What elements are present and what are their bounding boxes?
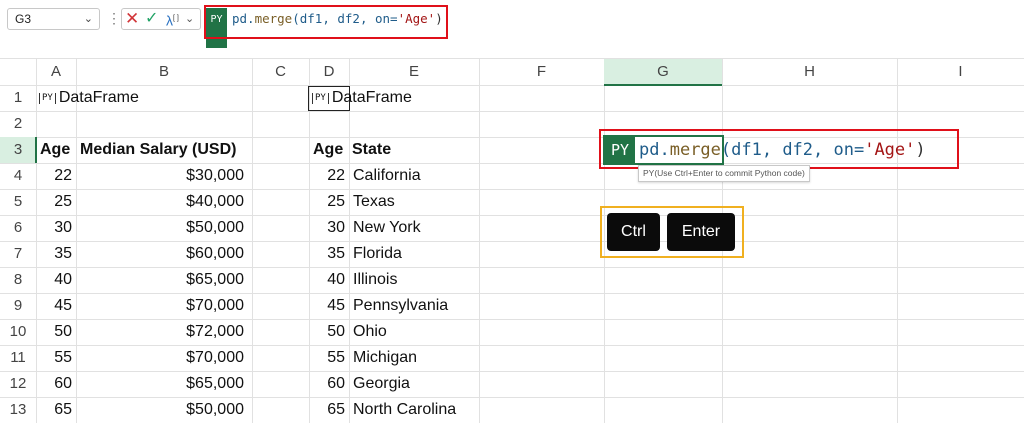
table-cell-age[interactable]: 45	[309, 293, 345, 319]
table-cell-age[interactable]: 22	[309, 163, 345, 189]
table-cell-age[interactable]: 60	[36, 371, 72, 397]
table-cell-age[interactable]: 50	[309, 319, 345, 345]
table-cell-state[interactable]: Florida	[353, 241, 402, 267]
row-header-10[interactable]: 10	[0, 319, 36, 345]
table-cell-age[interactable]: 50	[36, 319, 72, 345]
table-cell-age[interactable]: 55	[36, 345, 72, 371]
table-cell-state[interactable]: Michigan	[353, 345, 417, 371]
table-cell-state[interactable]: Texas	[353, 189, 395, 215]
table-cell-salary[interactable]: $70,000	[76, 293, 244, 319]
column-header-i[interactable]: I	[897, 59, 1024, 85]
column-header-b[interactable]: B	[76, 59, 252, 85]
column-header-h[interactable]: H	[722, 59, 897, 85]
grid-line	[252, 58, 253, 423]
table-cell-state[interactable]: Ohio	[353, 319, 387, 345]
table-cell-salary[interactable]: $50,000	[76, 215, 244, 241]
row-header-2[interactable]: 2	[0, 111, 36, 137]
table-cell-age[interactable]: 40	[36, 267, 72, 293]
table-cell-state[interactable]: New York	[353, 215, 421, 241]
table-cell-age[interactable]: 35	[36, 241, 72, 267]
cell-a3[interactable]: Age	[40, 137, 70, 163]
table-cell-state[interactable]: Illinois	[353, 267, 397, 293]
cell-d1[interactable]: PY DataFrame	[312, 85, 412, 111]
cell-e3[interactable]: State	[352, 137, 391, 163]
chevron-down-icon[interactable]: ⌄	[185, 8, 194, 30]
formula-highlight-box	[204, 5, 448, 39]
table-cell-state[interactable]: California	[353, 163, 421, 189]
table-cell-state[interactable]: Georgia	[353, 371, 410, 397]
cell-a1[interactable]: PY DataFrame	[39, 85, 139, 111]
ctrl-key: Ctrl	[607, 213, 660, 251]
cell-highlight-box	[599, 129, 959, 169]
table-cell-state[interactable]: Pennsylvania	[353, 293, 448, 319]
cell-d3[interactable]: Age	[313, 137, 343, 163]
table-cell-salary[interactable]: $50,000	[76, 397, 244, 423]
dataframe-icon: PY	[312, 93, 329, 104]
row-header-5[interactable]: 5	[0, 189, 36, 215]
chevron-down-icon[interactable]: ⌄	[84, 12, 93, 25]
grid-line	[479, 58, 480, 423]
table-cell-age[interactable]: 65	[36, 397, 72, 423]
grid-line	[0, 85, 1024, 86]
row-header-7[interactable]: 7	[0, 241, 36, 267]
enter-key: Enter	[667, 213, 735, 251]
column-header-d[interactable]: D	[309, 59, 349, 85]
table-cell-age[interactable]: 22	[36, 163, 72, 189]
row-header-1[interactable]: 1	[0, 85, 36, 111]
table-cell-salary[interactable]: $30,000	[76, 163, 244, 189]
table-cell-salary[interactable]: $65,000	[76, 267, 244, 293]
table-cell-salary[interactable]: $60,000	[76, 241, 244, 267]
row-header-6[interactable]: 6	[0, 215, 36, 241]
grid-line	[0, 111, 1024, 112]
column-header-c[interactable]: C	[252, 59, 309, 85]
row-header-3[interactable]: 3	[0, 137, 36, 163]
table-cell-age[interactable]: 40	[309, 267, 345, 293]
table-cell-salary[interactable]: $72,000	[76, 319, 244, 345]
dataframe-icon: PY	[39, 93, 56, 104]
row-header-8[interactable]: 8	[0, 267, 36, 293]
grid-line	[349, 58, 350, 423]
close-icon[interactable]: ✕	[125, 8, 139, 30]
table-cell-age[interactable]: 45	[36, 293, 72, 319]
table-cell-age[interactable]: 35	[309, 241, 345, 267]
column-header-a[interactable]: A	[36, 59, 76, 85]
table-cell-age[interactable]: 25	[36, 189, 72, 215]
function-icon[interactable]: λ[ ]	[166, 8, 179, 32]
table-cell-age[interactable]: 55	[309, 345, 345, 371]
table-cell-salary[interactable]: $40,000	[76, 189, 244, 215]
table-cell-salary[interactable]: $70,000	[76, 345, 244, 371]
commit-hint-tooltip: PY(Use Ctrl+Enter to commit Python code)	[638, 165, 810, 182]
table-cell-age[interactable]: 30	[36, 215, 72, 241]
table-cell-age[interactable]: 30	[309, 215, 345, 241]
name-box[interactable]: G3 ⌄	[7, 8, 100, 30]
row-header-9[interactable]: 9	[0, 293, 36, 319]
cell-b3[interactable]: Median Salary (USD)	[80, 137, 236, 163]
table-cell-age[interactable]: 60	[309, 371, 345, 397]
row-header-4[interactable]: 4	[0, 163, 36, 189]
cell-d1-text: DataFrame	[331, 89, 412, 106]
column-header-e[interactable]: E	[349, 59, 479, 85]
table-cell-state[interactable]: North Carolina	[353, 397, 456, 423]
row-header-11[interactable]: 11	[0, 345, 36, 371]
column-header-f[interactable]: F	[479, 59, 604, 85]
table-cell-age[interactable]: 25	[309, 189, 345, 215]
column-header-g[interactable]: G	[604, 59, 722, 85]
name-box-value: G3	[15, 12, 32, 26]
grid-line	[897, 58, 898, 423]
row-header-12[interactable]: 12	[0, 371, 36, 397]
row-header-13[interactable]: 13	[0, 397, 36, 423]
more-options-icon[interactable]: ⋮	[107, 10, 121, 27]
check-icon[interactable]: ✓	[145, 8, 158, 30]
table-cell-age[interactable]: 65	[309, 397, 345, 423]
cell-a1-text: DataFrame	[58, 89, 139, 106]
table-cell-salary[interactable]: $65,000	[76, 371, 244, 397]
